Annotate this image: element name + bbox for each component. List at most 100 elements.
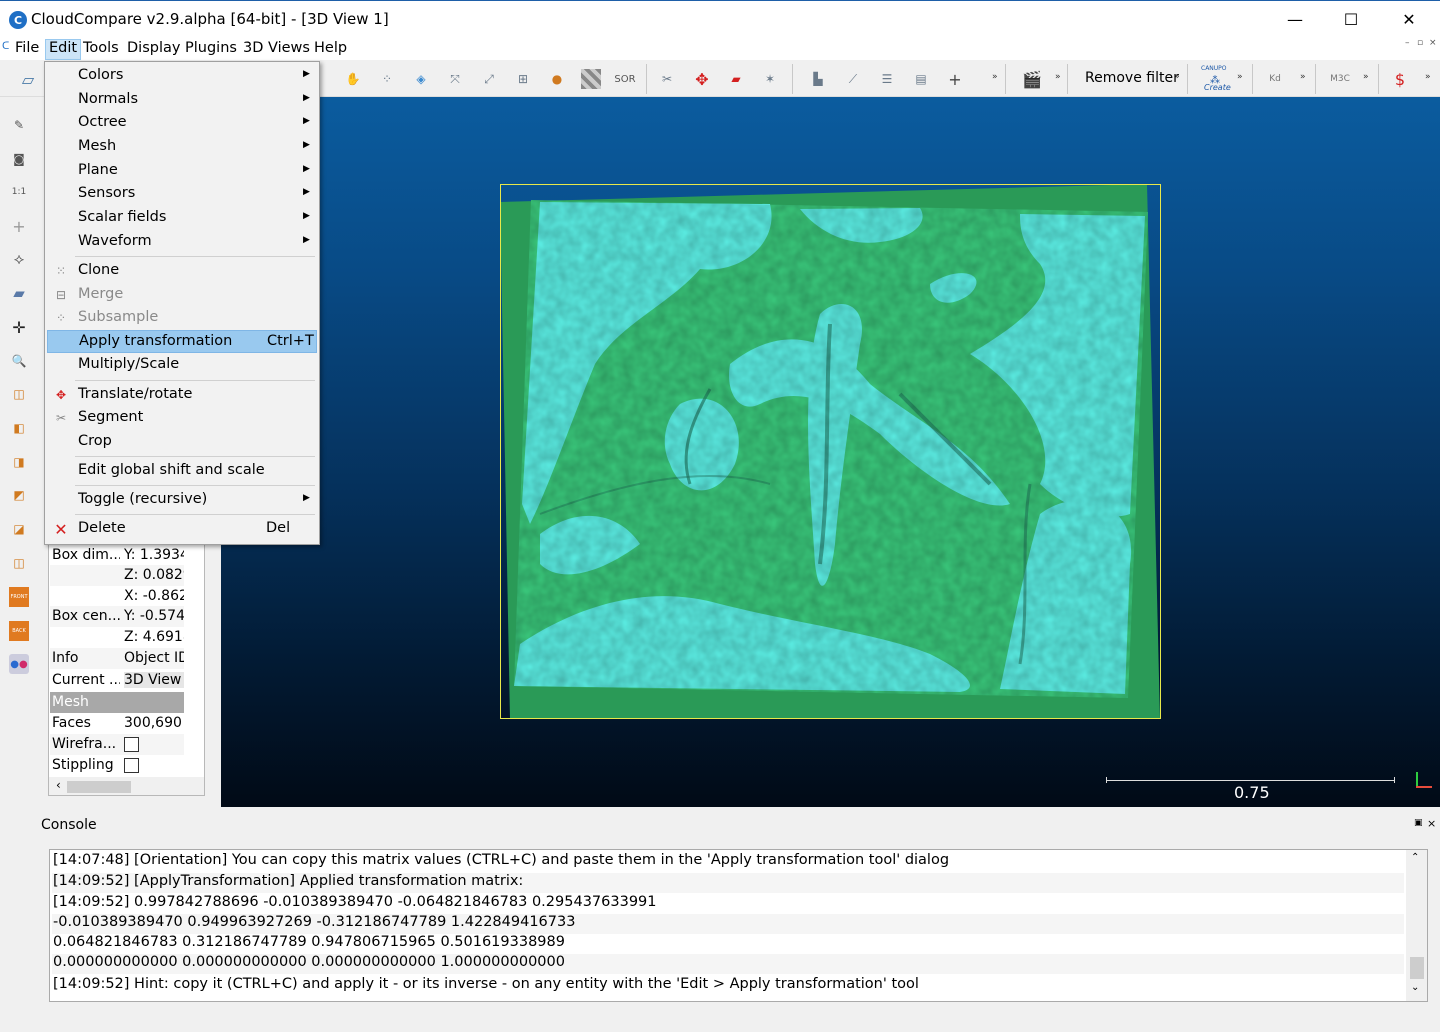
histogram-icon[interactable]: ▙ [808,69,828,89]
toolbar-overflow-6[interactable]: » [1363,72,1369,82]
sor-filter-icon[interactable]: SOR [614,69,635,89]
translate-rotate-icon[interactable]: ✥ [692,69,712,89]
left-view-icon[interactable]: ◨ [9,452,29,472]
menu-item-scalar-fields[interactable]: Scalar fields ▶ [47,207,317,230]
stereo-icon[interactable]: ● ● [9,654,29,674]
3d-view[interactable]: 0.75 [221,97,1440,807]
bunny-icon[interactable]: ● [547,69,567,89]
toolbar-overflow-3[interactable]: » [1174,72,1180,82]
crop-icon[interactable]: ▰ [726,69,746,89]
prop-row: Z: 4.6918 [124,629,184,645]
back-view-icon[interactable]: ◩ [9,485,29,505]
menu-item-crop[interactable]: Crop [47,431,317,454]
perspective-icon[interactable]: ▰ [9,283,29,303]
cc-icon[interactable]: ⊞ [513,69,533,89]
menu-edit[interactable]: Edit [45,39,82,60]
remove-filter-button[interactable]: Remove filter [1085,70,1179,86]
console-float-icon[interactable]: ▣ [1414,818,1423,828]
center-icon[interactable]: + [9,216,29,236]
mdi-close-button[interactable]: × [1429,38,1437,48]
top-view-icon[interactable]: ◫ [9,384,29,404]
menu-item-plane[interactable]: Plane ▶ [47,160,317,183]
menu-tools[interactable]: Tools [80,40,122,56]
back-iso-icon[interactable]: BACK [9,621,29,641]
menu-item-colors[interactable]: Colors ▶ [47,65,317,88]
properties-horizontal-scrollbar[interactable]: ‹ › [49,777,204,795]
properties-hscroll-thumb[interactable] [67,781,131,793]
menu-display[interactable]: Display [124,40,183,56]
menu-file[interactable]: File [12,40,42,56]
console-line: [14:07:48] [Orientation] You can copy th… [53,852,950,868]
python-plugin-icon[interactable]: $ [1390,69,1410,89]
segment-icon: ✂ [55,411,67,425]
checker-icon[interactable] [581,69,601,89]
menu-item-clone[interactable]: ⁙ Clone [47,260,317,283]
menu-plugins[interactable]: Plugins [182,40,240,56]
toolbar-overflow-1[interactable]: » [992,72,998,82]
stippling-checkbox[interactable] [124,758,139,773]
menu-item-apply-transformation[interactable]: Apply transformation Ctrl+T [47,330,317,353]
menu-item-waveform[interactable]: Waveform ▶ [47,231,317,254]
video-icon[interactable]: 🎬 [1022,69,1042,89]
close-button[interactable]: ✕ [1380,1,1438,37]
octree-icon[interactable]: ⤢ [479,69,499,89]
toolbar-overflow-5[interactable]: » [1300,72,1306,82]
front-view-icon[interactable]: ◧ [9,418,29,438]
bottom-view-icon[interactable]: ◫ [9,553,29,573]
sample-icon[interactable]: ⁘ [377,69,397,89]
mdi-restore-button[interactable]: ▫ [1417,38,1423,48]
canupo-create-label[interactable]: Create [1204,83,1231,92]
menu-item-toggle-recursive[interactable]: Toggle (recursive) ▶ [47,489,317,512]
submenu-arrow-icon: ▶ [303,211,310,221]
menu-item-octree[interactable]: Octree ▶ [47,112,317,135]
menu-item-normals[interactable]: Normals ▶ [47,89,317,112]
menu-item-edit-global-shift[interactable]: Edit global shift and scale [47,460,317,483]
distance-icon[interactable]: ⟋ [843,69,863,89]
mesh-icon[interactable]: ◈ [411,69,431,89]
console-scrollbar[interactable]: ⌃ ⌄ [1406,850,1427,1001]
mdi-minimize-button[interactable]: – [1405,38,1410,48]
console-log[interactable]: [14:07:48] [Orientation] You can copy th… [49,849,1428,1002]
segment-icon[interactable]: ✂ [657,69,677,89]
right-view-icon[interactable]: ◪ [9,519,29,539]
menu-item-translate-rotate[interactable]: ✥ Translate/rotate [47,384,317,407]
align-icon[interactable]: ☰ [877,69,897,89]
scroll-up-icon[interactable]: ⌃ [1411,852,1419,863]
menu-bar: ᑕ File Edit Tools Display Plugins 3D Vie… [0,38,1440,60]
menu-item-sensors[interactable]: Sensors ▶ [47,183,317,206]
submenu-arrow-icon: ▶ [303,493,310,503]
zoom-1-1-icon[interactable]: 1:1 [9,182,29,202]
pencil-icon[interactable]: ✎ [9,115,29,135]
menu-item-segment[interactable]: ✂ Segment [47,407,317,430]
console-scroll-thumb[interactable] [1410,957,1424,979]
scroll-left-icon[interactable]: ‹ [56,778,61,792]
scroll-down-icon[interactable]: ⌄ [1411,982,1419,993]
toolbar-overflow-2[interactable]: » [1055,72,1061,82]
menu-3d-views[interactable]: 3D Views [240,40,313,56]
camera-icon[interactable]: ◙ [9,149,29,169]
pivot-icon[interactable]: ✛ [9,317,29,337]
menu-item-mesh[interactable]: Mesh ▶ [47,136,317,159]
front-iso-icon[interactable]: FRONT [9,587,29,607]
pick-icon[interactable]: ✶ [760,69,780,89]
menu-help[interactable]: Help [311,40,350,56]
hand-icon[interactable]: ✋ [343,69,363,89]
wireframe-checkbox[interactable] [124,737,139,752]
toolbar-overflow-4[interactable]: » [1237,72,1243,82]
maximize-button[interactable]: ☐ [1322,1,1380,37]
console-close-icon[interactable]: × [1427,817,1436,830]
prop-row-faces: Faces 300,690 [52,715,182,731]
minimize-button[interactable]: — [1266,1,1324,37]
add-icon[interactable]: + [945,69,965,89]
toolbar-overflow-7[interactable]: » [1425,72,1431,82]
menu-item-multiply-scale[interactable]: Multiply/Scale [47,354,317,377]
kd-tree-icon[interactable]: Kd [1265,69,1285,89]
m3c2-icon[interactable]: M3C [1330,69,1350,89]
zoom-icon[interactable]: 🔍 [9,351,29,371]
open-file-icon[interactable]: ▱ [18,69,38,89]
scale-bar-label: 0.75 [1234,783,1270,802]
menu-item-delete[interactable]: ✕ Delete Del [47,518,317,541]
registration-icon[interactable]: ▤ [911,69,931,89]
rotation-center-icon[interactable]: ⟡ [9,249,29,269]
normals-icon[interactable]: ⤧ [445,69,465,89]
